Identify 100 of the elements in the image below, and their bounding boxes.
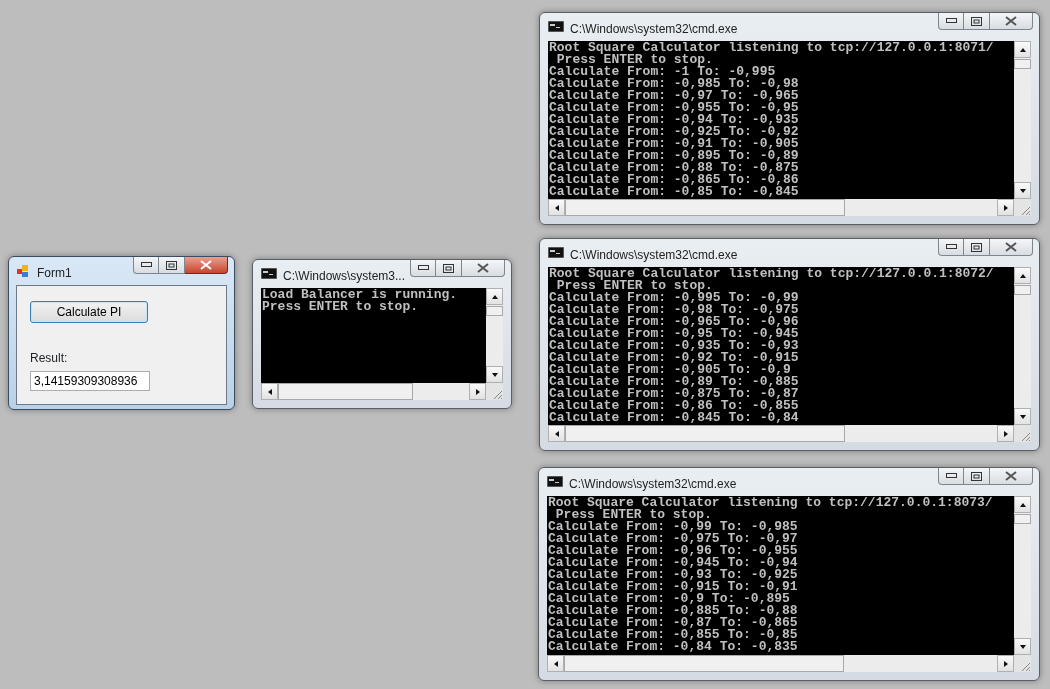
maximize-button[interactable]: [964, 13, 990, 30]
minimize-button[interactable]: [938, 468, 964, 485]
maximize-button[interactable]: [436, 260, 462, 277]
console-line: Calculate From: -0,98 To: -0,975: [549, 304, 799, 316]
scroll-down-button[interactable]: [1014, 182, 1031, 199]
console-line: Calculate From: -0,85 To: -0,845: [549, 186, 799, 198]
maximize-icon: [971, 16, 982, 26]
arrow-right-icon: [1001, 203, 1010, 212]
scroll-down-button[interactable]: [1014, 408, 1031, 425]
console-line: Press ENTER to stop.: [556, 54, 713, 66]
maximize-button[interactable]: [964, 468, 990, 485]
console-line: Calculate From: -0,95 To: -0,945: [549, 328, 799, 340]
close-button[interactable]: [990, 13, 1033, 30]
console-line: Calculate From: -0,99 To: -0,985: [548, 521, 798, 533]
arrow-down-icon: [1018, 412, 1027, 421]
resize-grip-icon[interactable]: [1019, 204, 1031, 216]
close-button[interactable]: [990, 239, 1033, 256]
vertical-scrollbar[interactable]: [1014, 41, 1031, 199]
maximize-icon: [166, 260, 177, 270]
console-icon: [548, 21, 564, 32]
console-line: Calculate From: -0,915 To: -0,91: [548, 581, 798, 593]
scroll-thumb[interactable]: [564, 655, 845, 672]
console-icon: [548, 247, 564, 258]
console-line: Calculate From: -0,895 To: -0,89: [549, 150, 799, 162]
scroll-right-button[interactable]: [469, 383, 486, 400]
console-line: Calculate From: -0,865 To: -0,86: [549, 174, 799, 186]
maximize-button[interactable]: [159, 257, 185, 274]
scroll-up-button[interactable]: [1014, 496, 1031, 513]
vertical-scrollbar[interactable]: [1014, 267, 1031, 425]
scroll-thumb[interactable]: [486, 306, 503, 316]
console-line: Calculate From: -0,84 To: -0,835: [548, 641, 798, 653]
scroll-down-button[interactable]: [486, 366, 503, 383]
scroll-left-button[interactable]: [547, 655, 564, 672]
scroll-right-button[interactable]: [997, 425, 1014, 442]
window-title: C:\Windows\system32\cmd.exe: [569, 476, 737, 493]
console-line: Calculate From: -0,91 To: -0,905: [549, 138, 799, 150]
horizontal-scrollbar[interactable]: [547, 655, 1014, 672]
console-line: Calculate From: -0,88 To: -0,875: [549, 162, 799, 174]
horizontal-scrollbar[interactable]: [548, 199, 1014, 216]
console-line: Calculate From: -0,885 To: -0,88: [548, 605, 798, 617]
console-line: Calculate From: -0,86 To: -0,855: [549, 400, 799, 412]
scroll-up-button[interactable]: [1014, 267, 1031, 284]
resize-grip-icon[interactable]: [1019, 430, 1031, 442]
result-field[interactable]: 3,14159309308936: [30, 371, 150, 391]
console-line: Calculate From: -0,855 To: -0,85: [548, 629, 798, 641]
close-icon: [1005, 16, 1017, 26]
maximize-button[interactable]: [964, 239, 990, 256]
minimize-button[interactable]: [133, 257, 159, 274]
arrow-down-icon: [1018, 186, 1027, 195]
console-line: Press ENTER to stop.: [262, 301, 419, 313]
minimize-button[interactable]: [938, 239, 964, 256]
minimize-button[interactable]: [410, 260, 436, 277]
arrow-right-icon: [1001, 429, 1010, 438]
scroll-thumb[interactable]: [1014, 285, 1031, 295]
close-icon: [200, 260, 212, 270]
close-button[interactable]: [990, 468, 1033, 485]
scroll-thumb[interactable]: [565, 199, 845, 216]
scroll-up-button[interactable]: [1014, 41, 1031, 58]
console-line: Calculate From: -0,975 To: -0,97: [548, 533, 798, 545]
minimize-icon: [945, 18, 957, 24]
window-title: C:\Windows\system32\cmd.exe: [570, 21, 738, 38]
scroll-left-button[interactable]: [548, 199, 565, 216]
console-line: Calculate From: -0,905 To: -0,9: [549, 364, 791, 376]
resize-grip-icon[interactable]: [491, 388, 503, 400]
scroll-right-button[interactable]: [997, 655, 1014, 672]
scroll-thumb[interactable]: [1014, 59, 1031, 69]
scroll-left-button[interactable]: [548, 425, 565, 442]
console-line: Calculate From: -0,955 To: -0,95: [549, 102, 799, 114]
close-icon: [1005, 242, 1017, 252]
horizontal-scrollbar[interactable]: [548, 425, 1014, 442]
scroll-thumb[interactable]: [565, 425, 845, 442]
close-button[interactable]: [185, 257, 228, 274]
minimize-icon: [945, 244, 957, 250]
close-icon: [1005, 471, 1017, 481]
calculate-button[interactable]: Calculate PI: [30, 301, 148, 323]
window-title: C:\Windows\system32\cmd.exe: [570, 247, 738, 264]
scroll-thumb[interactable]: [278, 383, 413, 400]
scroll-left-button[interactable]: [261, 383, 278, 400]
maximize-icon: [443, 263, 454, 273]
horizontal-scrollbar[interactable]: [261, 383, 486, 400]
vertical-scrollbar[interactable]: [486, 288, 503, 383]
maximize-icon: [971, 471, 982, 481]
arrow-right-icon: [473, 387, 482, 396]
console-line: Root Square Calculator listening to tcp://127.0.0.1:8073/: [548, 497, 993, 509]
scroll-thumb[interactable]: [1014, 514, 1031, 524]
minimize-button[interactable]: [938, 13, 964, 30]
console-line: Calculate From: -0,89 To: -0,885: [549, 376, 799, 388]
console-line: Calculate From: -0,87 To: -0,865: [548, 617, 798, 629]
arrow-down-icon: [490, 370, 499, 379]
console-line: Calculate From: -0,925 To: -0,92: [549, 126, 799, 138]
minimize-icon: [417, 265, 429, 271]
resize-grip-icon[interactable]: [1019, 660, 1031, 672]
console-icon: [547, 476, 563, 487]
close-button[interactable]: [462, 260, 505, 277]
scroll-right-button[interactable]: [997, 199, 1014, 216]
scroll-up-button[interactable]: [486, 288, 503, 305]
vertical-scrollbar[interactable]: [1014, 496, 1031, 655]
maximize-icon: [971, 242, 982, 252]
console-line: Calculate From: -0,93 To: -0,925: [548, 569, 798, 581]
scroll-down-button[interactable]: [1014, 638, 1031, 655]
